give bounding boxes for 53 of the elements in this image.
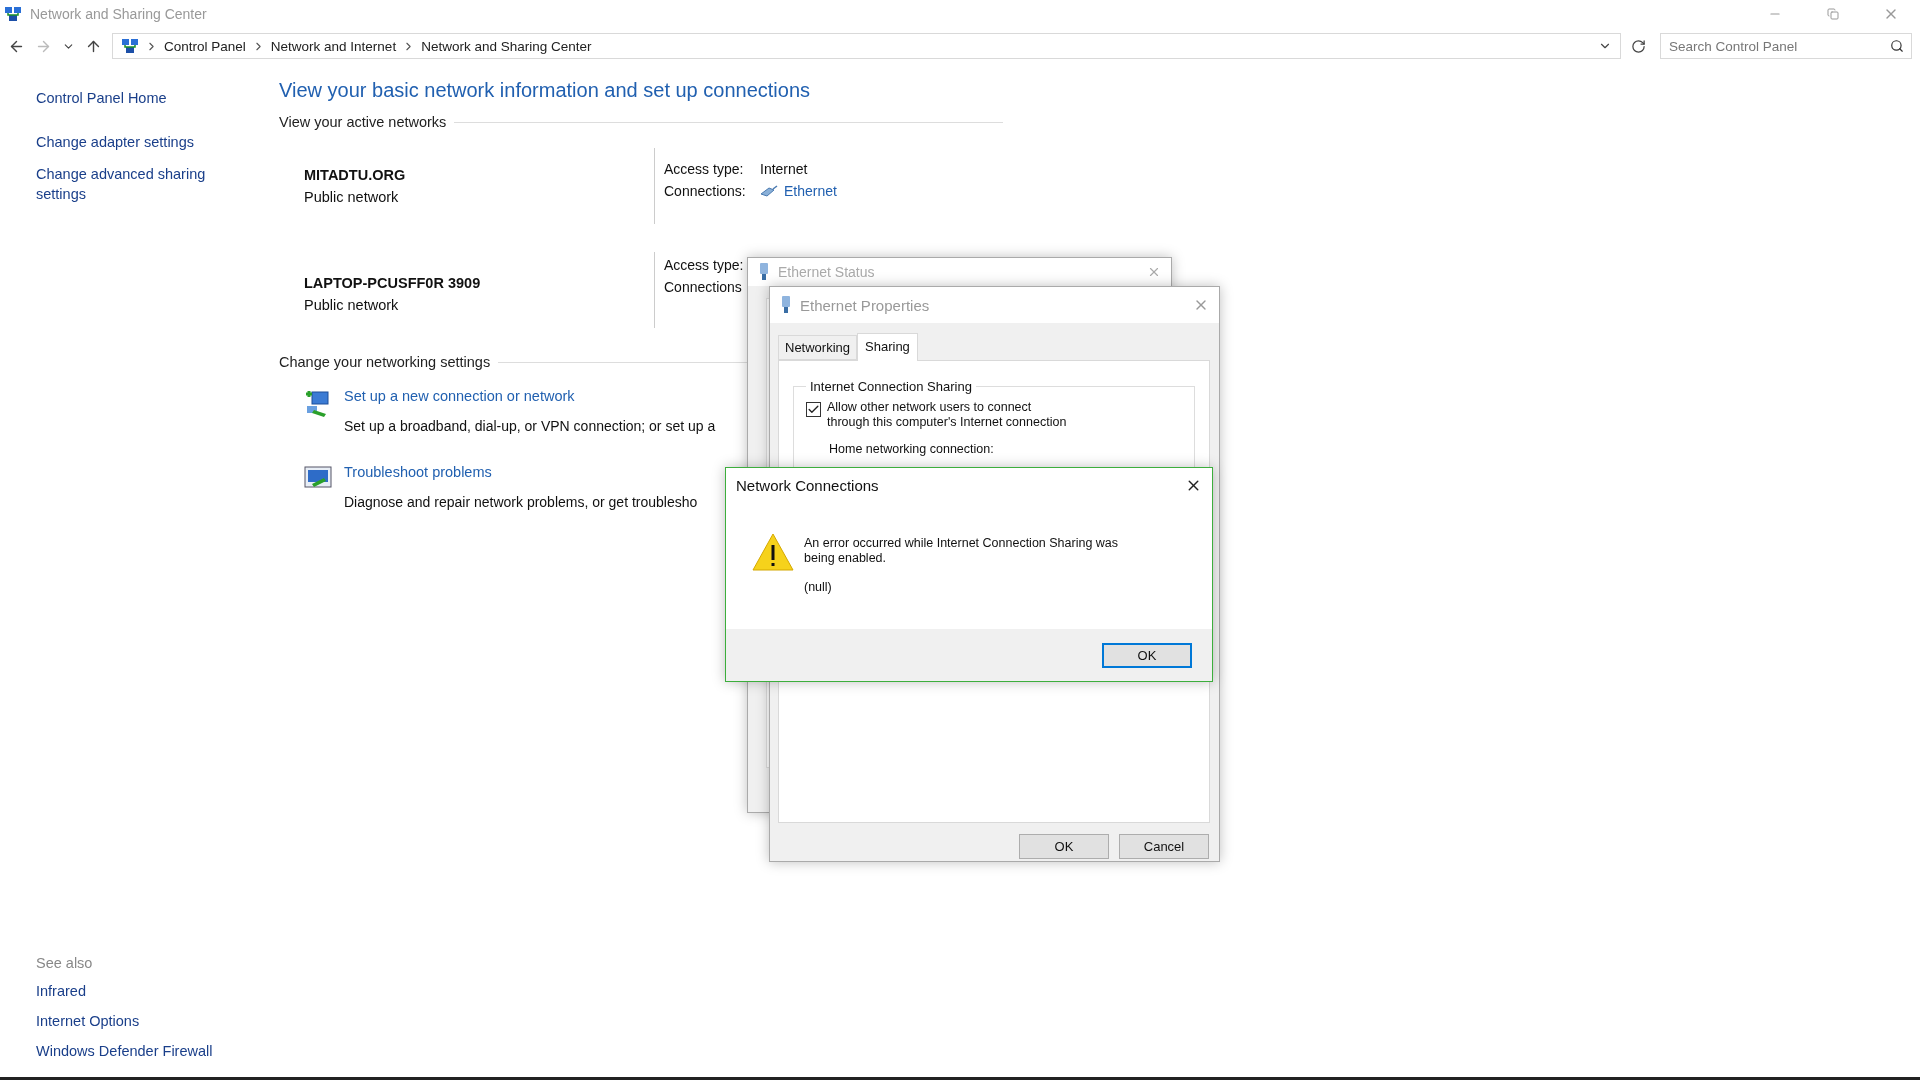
- breadcrumb[interactable]: Network and Internet: [270, 38, 397, 54]
- refresh-icon[interactable]: [1631, 38, 1646, 54]
- network-type: Public network: [304, 189, 400, 205]
- detail-label: Connections:: [664, 183, 746, 199]
- section-title: Change your networking settings: [279, 354, 491, 370]
- network-setup-icon: [304, 388, 332, 418]
- window-title: Ethernet Status: [778, 264, 875, 280]
- detail-label: Access type:: [664, 161, 744, 177]
- sidebar-link[interactable]: Control Panel Home: [36, 88, 216, 108]
- error-detail: (null): [804, 580, 833, 594]
- warning-icon: [752, 532, 794, 572]
- network-icon: [4, 5, 22, 23]
- ok-button[interactable]: OK: [1102, 642, 1192, 668]
- ethernet-icon: [760, 185, 778, 197]
- network-type: Public network: [304, 297, 400, 313]
- adapter-icon: [780, 295, 792, 315]
- section-title: View your active networks: [279, 114, 447, 130]
- task-description: Diagnose and repair network problems, or get troublesho: [344, 494, 698, 510]
- tab[interactable]: Networking: [778, 335, 858, 360]
- network-name: LAPTOP-PCUSFF0R 3909: [304, 275, 482, 291]
- task-description: Set up a broadband, dial-up, or VPN connection; or set up a: [344, 418, 716, 434]
- search-icon[interactable]: [1890, 39, 1904, 53]
- see-also-link[interactable]: Infrared: [36, 981, 279, 1001]
- field-label: Home networking connection:: [829, 442, 995, 456]
- checkbox[interactable]: [806, 402, 821, 417]
- task-link[interactable]: Troubleshoot problems: [344, 464, 698, 480]
- detail-value: Internet: [760, 161, 808, 177]
- error-message: An error occurred while Internet Connection Sharing was being enabled.: [804, 536, 1120, 566]
- dialog-button[interactable]: Cancel: [1119, 834, 1209, 859]
- breadcrumb[interactable]: Control Panel: [164, 38, 246, 54]
- task-link[interactable]: Set up a new connection or network: [344, 388, 716, 404]
- checkbox-label: Allow other network users to connect through this computer's Internet connection: [827, 400, 1068, 430]
- tab[interactable]: Sharing: [857, 333, 918, 361]
- see-also-heading: See also: [36, 955, 94, 971]
- page-heading: View your basic network information and set up connections: [279, 79, 812, 102]
- see-also-link[interactable]: Internet Options: [36, 1011, 279, 1031]
- breadcrumb[interactable]: Network and Sharing Center: [421, 38, 592, 54]
- address-bar[interactable]: Control Panel Network and Internet Network and Sharing Center: [112, 33, 1621, 59]
- adapter-icon: [758, 262, 770, 282]
- group-title: Internet Connection Sharing: [809, 379, 973, 394]
- detail-label: Access type:: [664, 257, 744, 273]
- window-title: Network and Sharing Center: [30, 6, 207, 22]
- sidebar-link[interactable]: Change adapter settings: [36, 132, 216, 152]
- sidebar-link[interactable]: Change advanced sharing settings: [36, 164, 216, 204]
- dialog-title: Network Connections: [736, 476, 879, 494]
- dialog-button[interactable]: OK: [1019, 834, 1109, 859]
- see-also-link[interactable]: Windows Defender Firewall: [36, 1041, 279, 1061]
- detail-label: Connections: [664, 279, 742, 295]
- search-field[interactable]: Search Control Panel: [1660, 33, 1912, 59]
- network-icon: [121, 37, 139, 55]
- connection-link[interactable]: Ethernet: [784, 183, 837, 199]
- window-title: Ethernet Properties: [800, 296, 930, 314]
- network-name: MITADTU.ORG: [304, 167, 407, 183]
